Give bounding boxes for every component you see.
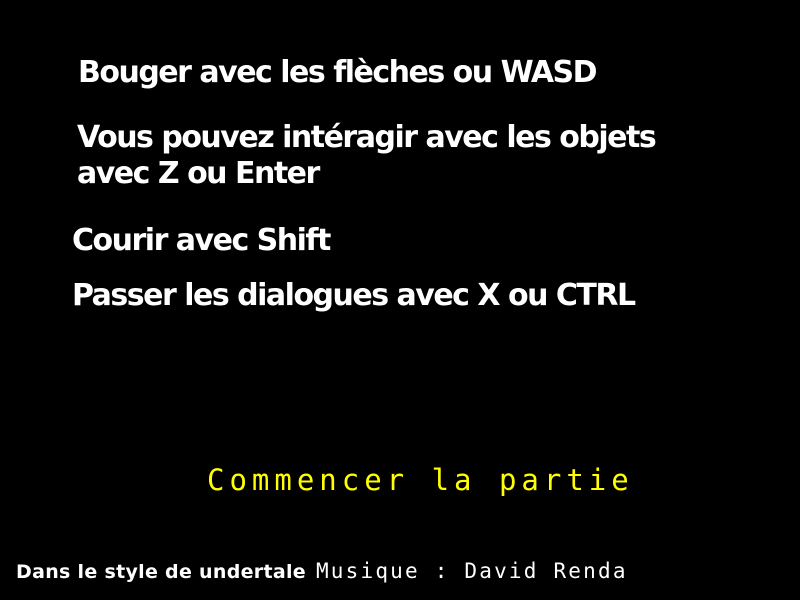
interact-instruction: Vous pouvez intéragir avec les objets av…: [77, 120, 657, 192]
style-credit: Dans le style de undertale: [16, 561, 306, 583]
footer-credits: Dans le style de undertale Musique : Davi…: [16, 556, 628, 587]
interact-instruction-line-2: avec Z ou Enter: [77, 156, 320, 191]
start-game-button[interactable]: Commencer la partie: [207, 462, 634, 498]
move-instruction: Bouger avec les flèches ou WASD: [78, 55, 598, 90]
interact-instruction-line-1: Vous pouvez intéragir avec les objets: [77, 120, 657, 155]
run-instruction: Courir avec Shift: [72, 223, 331, 258]
music-credit: Musique : David Renda: [315, 559, 628, 583]
skip-dialogue-instruction: Passer les dialogues avec X ou CTRL: [72, 278, 636, 313]
